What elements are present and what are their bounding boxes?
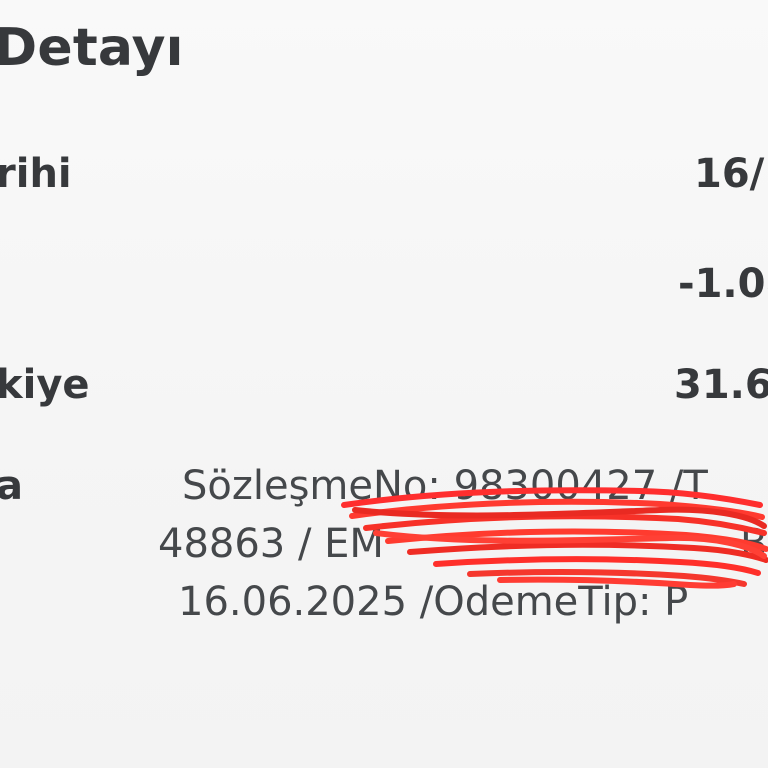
redaction-stroke-10 — [373, 530, 767, 559]
redaction-stroke-6 — [433, 556, 761, 576]
row-label-description: a — [0, 463, 23, 509]
description-line-1: SözleşmeNo: 98300427 /T — [182, 463, 708, 509]
row-label-date: rihi — [0, 151, 72, 197]
redaction-stroke-9 — [352, 506, 767, 529]
transaction-detail-screen: Detayı rihi 16/ -1.08 kiye 31.68 a Sözle… — [0, 0, 768, 768]
description-line-2-tail: B — [740, 521, 768, 567]
page-title: Detayı — [0, 18, 184, 78]
row-value-amount: -1.08 — [678, 261, 768, 307]
redaction-scribble — [341, 487, 768, 589]
row-value-date: 16/ — [694, 151, 765, 197]
row-value-balance: 31.68 — [674, 362, 768, 408]
redaction-stroke-5 — [407, 541, 768, 563]
redaction-stroke-4 — [385, 528, 768, 552]
redaction-stroke-3 — [363, 513, 767, 536]
row-label-country: kiye — [0, 362, 90, 408]
description-line-3: 16.06.2025 /OdemeTip: P — [178, 579, 689, 625]
description-line-2: 48863 / EM — [158, 521, 384, 567]
